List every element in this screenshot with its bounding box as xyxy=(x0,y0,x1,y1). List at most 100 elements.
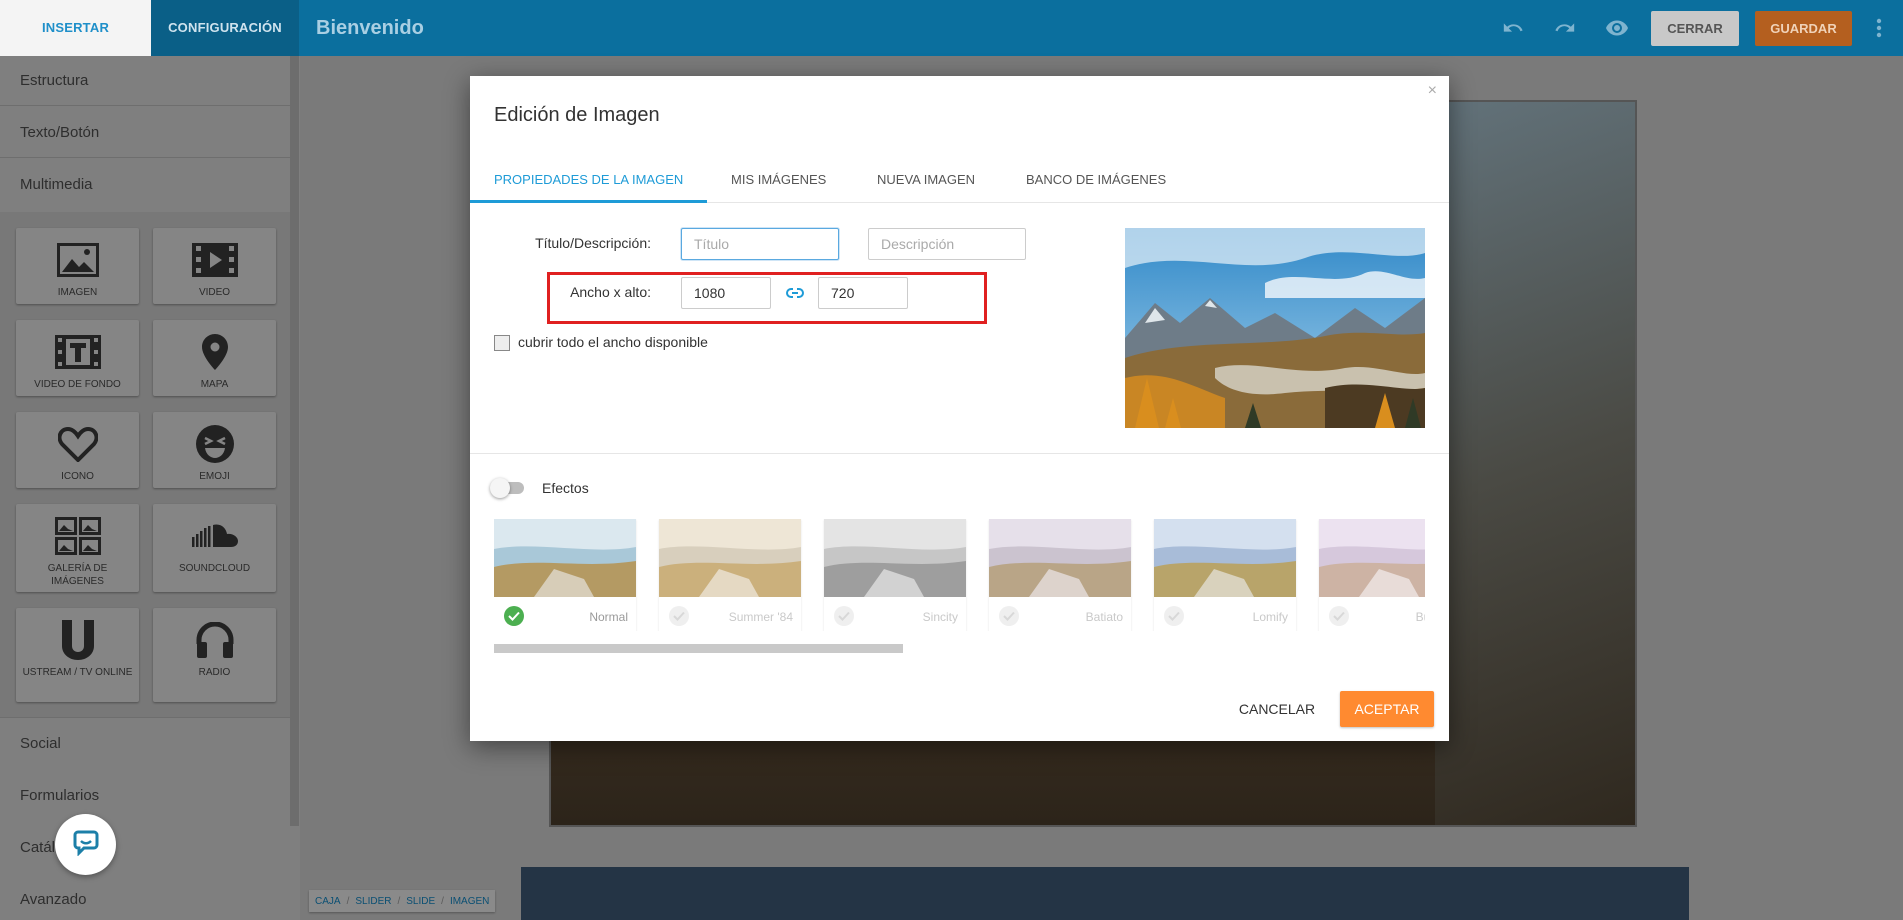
sidebar-item-social[interactable]: Social xyxy=(20,735,61,752)
widget-label: VIDEO xyxy=(198,287,231,298)
tab-banco-imagenes[interactable]: BANCO DE IMÁGENES xyxy=(1026,156,1166,203)
top-bar: INSERTAR CONFIGURACIÓN Bienvenido CERRAR… xyxy=(0,0,1903,56)
widget-label: USTREAM / TV ONLINE xyxy=(22,667,133,678)
widget-label: ICONO xyxy=(61,471,94,482)
effects-scrollbar[interactable] xyxy=(494,644,903,653)
close-editor-button[interactable]: CERRAR xyxy=(1651,11,1739,46)
effect-name: Bubble xyxy=(1415,610,1425,624)
height-input[interactable] xyxy=(818,277,908,309)
cancel-button[interactable]: CANCELAR xyxy=(1230,691,1324,727)
gallery-icon xyxy=(16,516,139,556)
widget-imagen[interactable]: IMAGEN xyxy=(16,228,139,304)
effect-card-lomify[interactable]: Lomify xyxy=(1154,519,1296,631)
tab-insertar[interactable]: INSERTAR xyxy=(0,0,151,56)
image-preview xyxy=(1125,228,1425,428)
multimedia-widget-grid: IMAGEN VIDEO VIDEO DE FONDO MAPA ICONO E… xyxy=(0,212,290,717)
widget-galeria-de-imagenes[interactable]: GALERÍA DE IMÁGENES xyxy=(16,504,139,592)
effect-thumbnail xyxy=(494,519,636,597)
widget-video-de-fondo[interactable]: VIDEO DE FONDO xyxy=(16,320,139,396)
effect-thumbnail xyxy=(659,519,801,597)
check-icon xyxy=(669,606,689,626)
breadcrumb: CAJA / SLIDER / SLIDE / IMAGEN xyxy=(309,890,496,912)
dialog-title: Edición de Imagen xyxy=(494,104,660,126)
dialog-tabs: PROPIEDADES DE LA IMAGEN MIS IMÁGENES NU… xyxy=(470,156,1449,203)
check-icon xyxy=(834,606,854,626)
check-icon xyxy=(1164,606,1184,626)
effect-card-normal[interactable]: Normal xyxy=(494,519,636,631)
width-input[interactable] xyxy=(681,277,771,309)
widget-soundcloud[interactable]: SOUNDCLOUD xyxy=(153,504,276,592)
accept-button[interactable]: ACEPTAR xyxy=(1340,691,1434,727)
breadcrumb-separator: / xyxy=(397,895,401,907)
effects-list: Normal Summer '84 Sincity Batiato Lomify… xyxy=(494,519,1425,631)
effect-thumbnail xyxy=(1154,519,1296,597)
breadcrumb-slider[interactable]: SLIDER xyxy=(355,896,391,907)
widget-mapa[interactable]: MAPA xyxy=(153,320,276,396)
effects-toggle[interactable] xyxy=(490,478,524,498)
effects-label: Efectos xyxy=(542,480,589,496)
divider xyxy=(0,717,290,718)
chat-support-button[interactable] xyxy=(55,814,116,875)
title-input[interactable] xyxy=(681,228,839,260)
close-icon[interactable]: × xyxy=(1428,82,1437,100)
eye-icon[interactable] xyxy=(1601,12,1633,44)
check-icon xyxy=(1329,606,1349,626)
widget-label: EMOJI xyxy=(199,471,230,482)
heart-icon xyxy=(16,424,139,464)
sidebar-item-estructura[interactable]: Estructura xyxy=(20,72,88,89)
effect-card-bubble[interactable]: Bubble xyxy=(1319,519,1425,631)
redo-icon[interactable] xyxy=(1549,12,1581,44)
title-description-label: Título/Descripción: xyxy=(535,235,651,251)
effect-thumbnail xyxy=(1319,519,1425,597)
widget-ustream[interactable]: USTREAM / TV ONLINE xyxy=(16,608,139,702)
widget-radio[interactable]: RADIO xyxy=(153,608,276,702)
breadcrumb-caja[interactable]: CAJA xyxy=(315,896,341,907)
effect-thumbnail xyxy=(824,519,966,597)
undo-icon[interactable] xyxy=(1497,12,1529,44)
tab-configuracion[interactable]: CONFIGURACIÓN xyxy=(151,0,299,56)
save-button[interactable]: GUARDAR xyxy=(1755,11,1852,46)
effect-name: Summer '84 xyxy=(728,610,793,624)
sidebar-item-texto-boton[interactable]: Texto/Botón xyxy=(20,124,99,141)
sidebar-scrollbar[interactable] xyxy=(290,56,299,826)
breadcrumb-separator: / xyxy=(346,895,350,907)
breadcrumb-imagen[interactable]: IMAGEN xyxy=(450,896,489,907)
check-icon xyxy=(999,606,1019,626)
sidebar-item-formularios[interactable]: Formularios xyxy=(20,787,99,804)
sidebar-item-avanzado[interactable]: Avanzado xyxy=(20,891,86,908)
widget-label: MAPA xyxy=(200,379,229,390)
sidebar-item-multimedia[interactable]: Multimedia xyxy=(20,176,93,193)
headphones-icon xyxy=(153,620,276,660)
effect-card-summer-84[interactable]: Summer '84 xyxy=(659,519,801,631)
effect-card-sincity[interactable]: Sincity xyxy=(824,519,966,631)
emoji-icon xyxy=(153,424,276,464)
more-vert-icon[interactable] xyxy=(1871,12,1887,44)
effect-name: Batiato xyxy=(1085,610,1123,624)
widget-label: RADIO xyxy=(198,667,231,678)
effect-card-batiato[interactable]: Batiato xyxy=(989,519,1131,631)
effect-name: Sincity xyxy=(922,610,958,624)
divider xyxy=(470,453,1449,454)
widget-icono[interactable]: ICONO xyxy=(16,412,139,488)
chat-icon xyxy=(72,828,100,861)
link-icon[interactable] xyxy=(784,285,806,301)
divider xyxy=(0,157,290,158)
widget-video[interactable]: VIDEO xyxy=(153,228,276,304)
widget-label: IMAGEN xyxy=(57,287,98,298)
widget-label: SOUNDCLOUD xyxy=(178,563,251,574)
tab-propiedades-imagen[interactable]: PROPIEDADES DE LA IMAGEN xyxy=(494,156,683,203)
video-background-icon xyxy=(16,332,139,372)
widget-emoji[interactable]: EMOJI xyxy=(153,412,276,488)
check-icon xyxy=(504,606,524,626)
effect-name: Lomify xyxy=(1252,610,1288,624)
page-title: Bienvenido xyxy=(316,17,424,39)
image-edit-dialog: × Edición de Imagen PROPIEDADES DE LA IM… xyxy=(470,76,1449,741)
breadcrumb-separator: / xyxy=(441,895,444,907)
description-input[interactable] xyxy=(868,228,1026,260)
breadcrumb-slide[interactable]: SLIDE xyxy=(406,896,435,907)
tab-mis-imagenes[interactable]: MIS IMÁGENES xyxy=(731,156,826,203)
cover-width-checkbox[interactable] xyxy=(494,335,510,351)
film-icon xyxy=(153,240,276,280)
tab-nueva-imagen[interactable]: NUEVA IMAGEN xyxy=(877,156,975,203)
active-tab-indicator xyxy=(470,200,707,203)
